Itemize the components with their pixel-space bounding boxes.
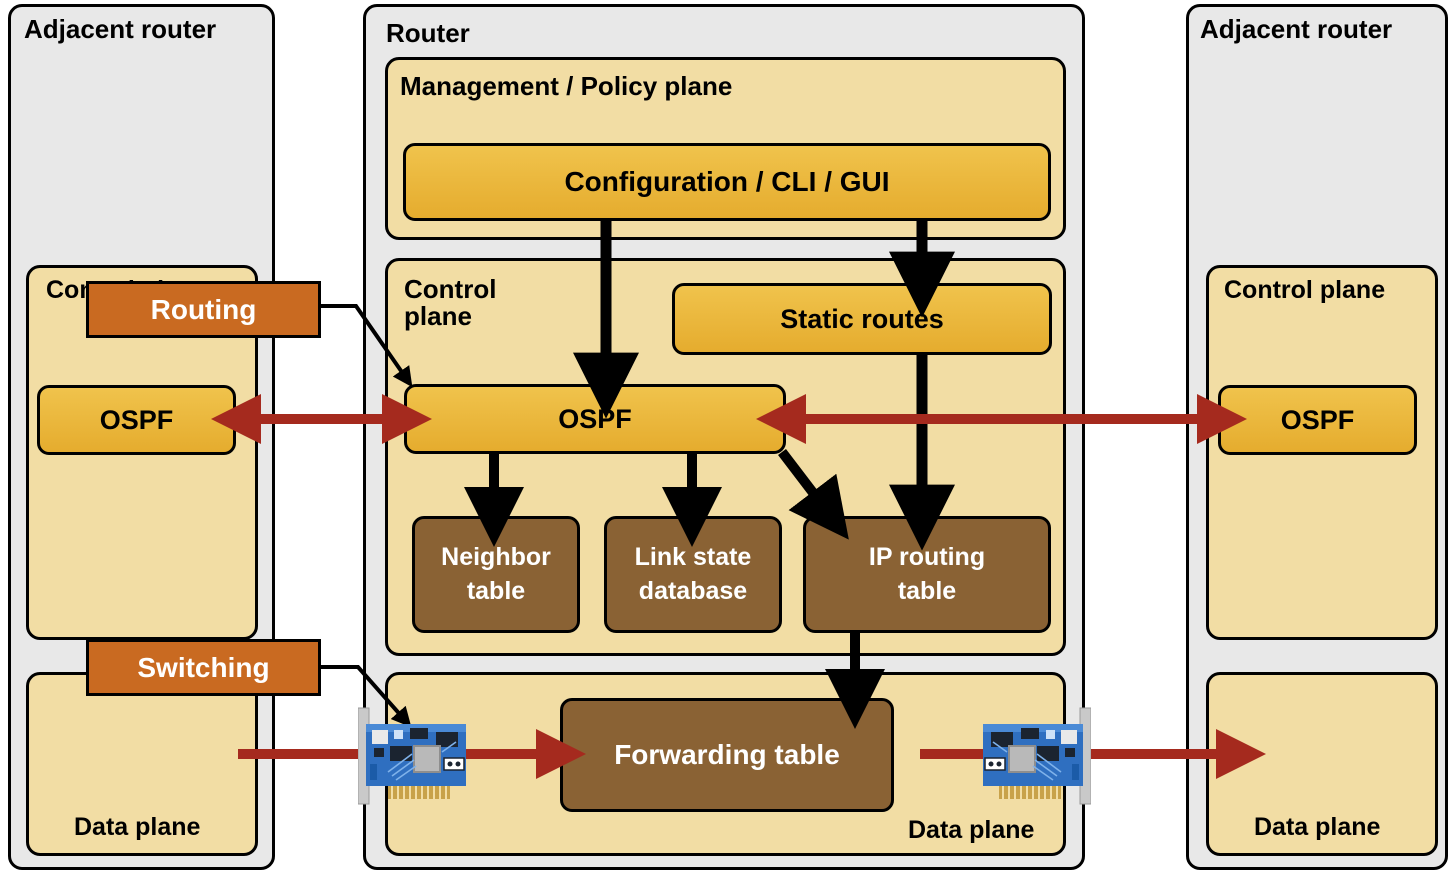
link-state-database-box: Link state database [604, 516, 782, 633]
configuration-cli-gui-box: Configuration / CLI / GUI [403, 143, 1051, 221]
neighbor-table-box: Neighbor table [412, 516, 580, 633]
right-nic-icon [983, 707, 1091, 805]
center-data-plane-label: Data plane [908, 816, 1035, 844]
ip-routing-table-box: IP routing table [803, 516, 1051, 633]
right-ospf-box: OSPF [1218, 385, 1417, 455]
right-data-plane-label: Data plane [1254, 813, 1381, 841]
right-router-title: Adjacent router [1200, 14, 1393, 44]
right-control-plane-label: Control plane [1224, 276, 1386, 304]
left-nic-icon [358, 707, 466, 805]
forwarding-table-box: Forwarding table [560, 698, 894, 812]
left-router-title: Adjacent router [24, 14, 217, 44]
center-ospf-box: OSPF [404, 384, 786, 454]
management-plane-label: Management / Policy plane [400, 71, 733, 101]
callout-routing: Routing [86, 281, 321, 338]
left-ospf-box: OSPF [37, 385, 236, 455]
callout-switching: Switching [86, 639, 321, 696]
static-routes-box: Static routes [672, 283, 1052, 355]
left-data-plane-label: Data plane [74, 813, 201, 841]
center-router-title: Router [386, 18, 470, 48]
center-control-plane-label: Control plane [404, 274, 497, 332]
diagram-canvas: Adjacent router Control plane OSPF Data … [0, 0, 1455, 878]
